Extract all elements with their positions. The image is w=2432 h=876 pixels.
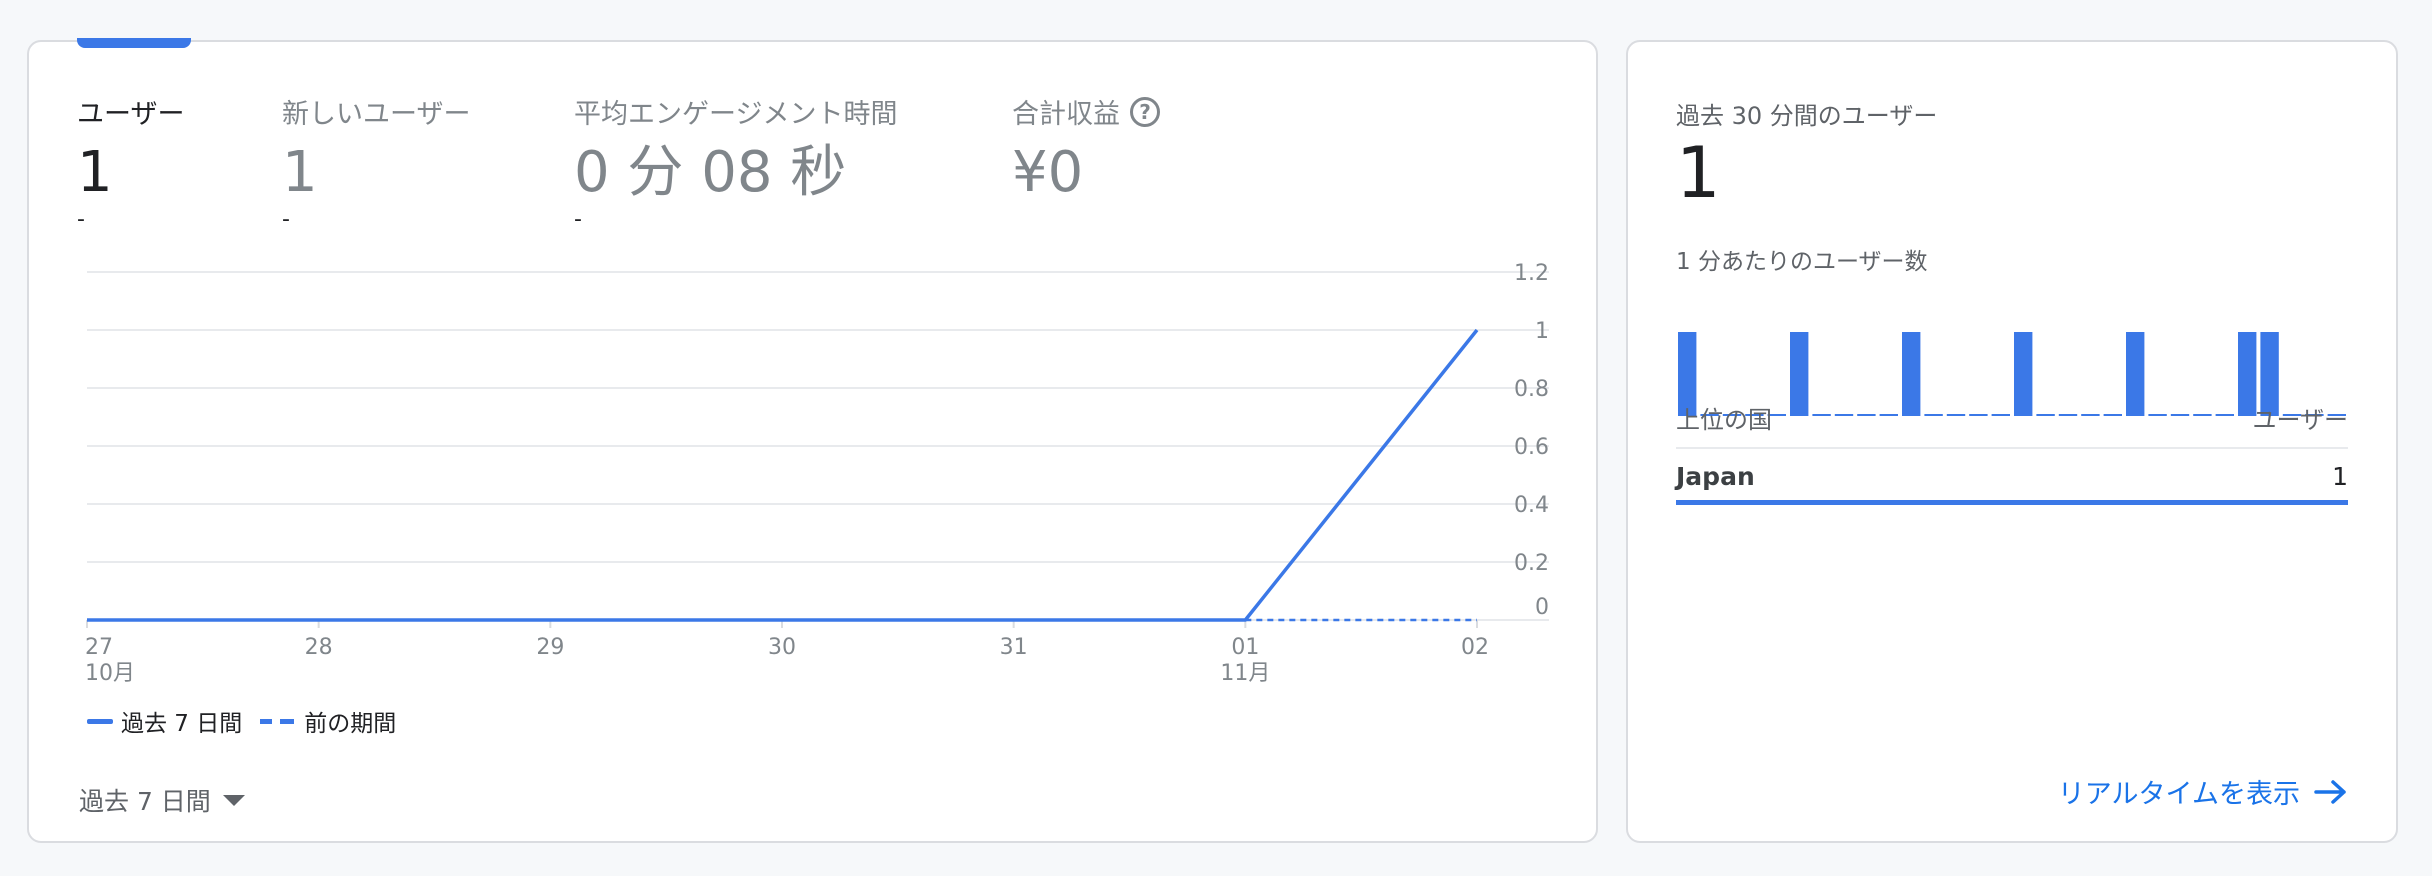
x-tick-label: 30 — [768, 635, 796, 660]
arrow-right-icon — [2314, 779, 2346, 804]
date-range-dropdown[interactable]: 過去 7 日間 — [79, 782, 245, 818]
y-tick-label: 0.4 — [1514, 493, 1549, 518]
series-current-line — [87, 328, 1479, 622]
row-users: 1 — [2332, 462, 2348, 491]
caret-down-icon — [222, 794, 245, 806]
y-tick-label: 1.2 — [1514, 261, 1549, 286]
x-tick-label: 28 — [305, 635, 333, 660]
table-row: Japan 1 — [1676, 462, 2348, 491]
per-minute-label: 1 分あたりのユーザー数 — [1676, 249, 1928, 275]
chart-legend: 過去 7 日間 前の期間 — [87, 704, 396, 738]
x-tick-label: 02 — [1461, 635, 1489, 660]
legend-previous: 前の期間 — [304, 711, 397, 737]
view-realtime-label: リアルタイムを表示 — [2057, 779, 2300, 810]
x-tick-label: 31 — [1000, 635, 1028, 660]
x-tick-label: 29 — [536, 635, 564, 660]
x-tick-label: 01 11月 — [1220, 635, 1270, 686]
legend-swatch-dashed — [260, 718, 295, 724]
y-tick-label: 0.2 — [1514, 551, 1549, 576]
legend-swatch-solid — [87, 718, 113, 724]
row-country: Japan — [1676, 462, 1755, 491]
per-minute-bar-chart — [1678, 332, 2346, 416]
realtime-card: 過去 30 分間のユーザー 1 1 分あたりのユーザー数 上位の国 ユーザー J… — [1626, 40, 2398, 843]
users-line-chart: 1.2 1 0.8 0.6 0.4 0.2 0 27 10月 28 29 30 31 01 11月 02 — [85, 261, 1549, 686]
table-header: 上位の国 ユーザー — [1676, 400, 2348, 435]
view-realtime-link[interactable]: リアルタイムを表示 — [2058, 772, 2348, 811]
header-country: 上位の国 — [1676, 406, 1772, 434]
realtime-users-value: 1 — [1676, 132, 1721, 214]
y-tick-label: 0 — [1535, 595, 1549, 620]
overview-card: ユーザー 1 - 新しいユーザー 1 - 平均エンゲージメント時間 0 分 08… — [27, 38, 1598, 843]
y-tick-label: 0.6 — [1514, 435, 1549, 460]
header-users: ユーザー — [2252, 406, 2348, 434]
table-divider — [1676, 447, 2348, 449]
date-range-label: 過去 7 日間 — [79, 787, 211, 816]
legend-current: 過去 7 日間 — [121, 711, 243, 737]
row-share-bar — [1676, 500, 2348, 505]
y-tick-label: 1 — [1535, 319, 1549, 344]
y-tick-label: 0.8 — [1514, 377, 1549, 402]
realtime-title: 過去 30 分間のユーザー — [1676, 102, 1938, 130]
x-tick-label: 27 10月 — [85, 635, 135, 686]
